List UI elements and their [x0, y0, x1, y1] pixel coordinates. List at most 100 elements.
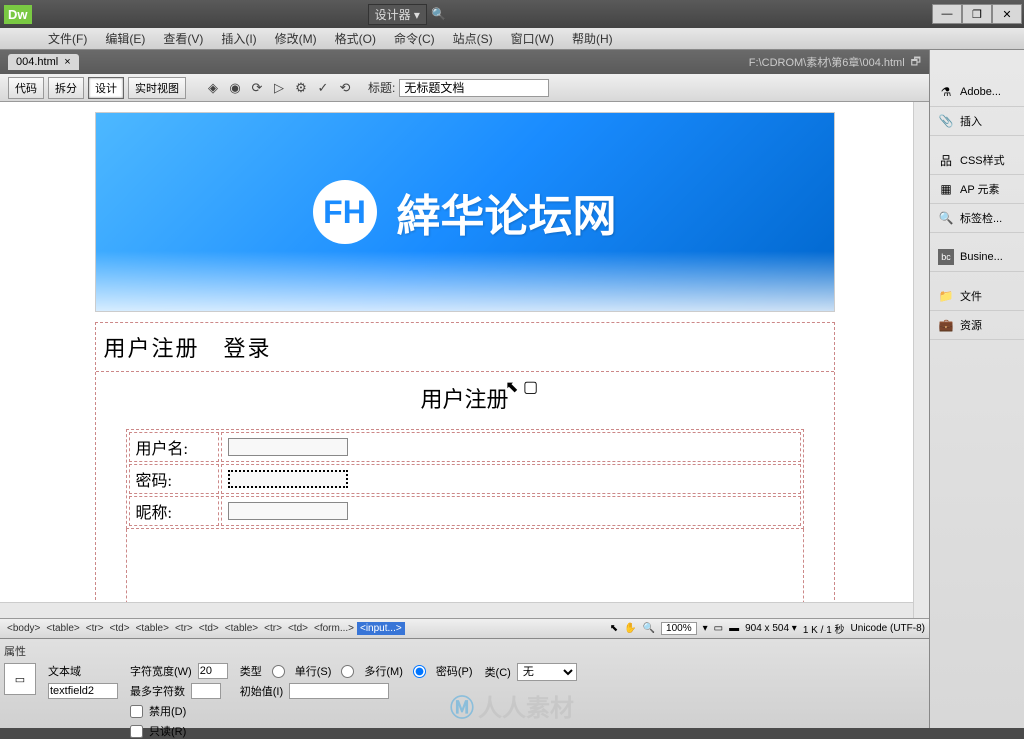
tag-table[interactable]: <table>	[43, 622, 82, 635]
tag-td-2[interactable]: <td>	[196, 622, 222, 635]
menu-window[interactable]: 窗口(W)	[503, 28, 562, 49]
tag-tr-3[interactable]: <tr>	[261, 622, 285, 635]
menu-format[interactable]: 格式(O)	[327, 28, 384, 49]
business-icon: bc	[938, 249, 954, 265]
live-view-button[interactable]: 实时视图	[128, 77, 186, 99]
username-input[interactable]	[228, 438, 348, 456]
css-icon: 品	[938, 152, 954, 168]
title-bar: Dw 设计器 ▾ 🔍 — ❐ ✕	[0, 0, 1024, 28]
assets-icon: 💼	[938, 317, 954, 333]
tag-tr-2[interactable]: <tr>	[172, 622, 196, 635]
tab-close-icon[interactable]: ×	[64, 56, 70, 68]
tag-table-3[interactable]: <table>	[222, 622, 261, 635]
menu-insert[interactable]: 插入(I)	[213, 28, 264, 49]
max-chars-input[interactable]	[191, 683, 221, 699]
disabled-checkbox[interactable]	[130, 705, 143, 718]
nickname-input[interactable]	[228, 502, 348, 520]
side-panels: ⚗Adobe... 📎插入 品CSS样式 ▦AP 元素 🔍标签检... bcBu…	[929, 50, 1024, 728]
table-row: 用户名:	[129, 432, 801, 462]
minimize-button[interactable]: —	[932, 4, 962, 24]
designer-dropdown[interactable]: 设计器 ▾	[368, 4, 427, 25]
banner-title: 緈华论坛网	[397, 180, 617, 244]
char-width-label: 字符宽度(W)	[130, 663, 192, 679]
path-icon[interactable]: 🗗	[911, 53, 921, 72]
tag-body[interactable]: <body>	[4, 622, 43, 635]
zoom-level[interactable]: 100%	[661, 622, 697, 635]
toolbar-icon-5[interactable]: ⚙	[292, 79, 310, 97]
horizontal-scrollbar[interactable]	[0, 602, 913, 618]
radio-password[interactable]	[413, 665, 426, 678]
password-input[interactable]	[228, 470, 348, 488]
panel-insert[interactable]: 📎插入	[930, 107, 1024, 136]
code-view-button[interactable]: 代码	[8, 77, 44, 99]
panel-css[interactable]: 品CSS样式	[930, 146, 1024, 175]
panel-adobe[interactable]: ⚗Adobe...	[930, 78, 1024, 107]
panel-assets[interactable]: 💼资源	[930, 311, 1024, 340]
tag-form[interactable]: <form...>	[311, 622, 357, 635]
form-heading: 用户注册 ⬉ ▢	[126, 382, 804, 414]
panel-business[interactable]: bcBusine...	[930, 243, 1024, 272]
hand-tool-icon[interactable]: ✋	[624, 623, 636, 634]
menu-edit[interactable]: 编辑(E)	[97, 28, 153, 49]
readonly-label: 只读(R)	[149, 723, 186, 739]
panel-ap[interactable]: ▦AP 元素	[930, 175, 1024, 204]
table-row: 密码:	[129, 464, 801, 494]
dimensions: 904 x 504 ▾	[745, 623, 797, 634]
tag-tr[interactable]: <tr>	[83, 622, 107, 635]
document-toolbar: 代码 拆分 设计 实时视图 ◈ ◉ ⟳ ▷ ⚙ ✓ ⟲ 标题:	[0, 74, 929, 102]
files-icon: 📁	[938, 288, 954, 304]
panel-tag[interactable]: 🔍标签检...	[930, 204, 1024, 233]
init-value-input[interactable]	[289, 683, 389, 699]
screen-icon[interactable]: ▭	[714, 623, 723, 634]
screen-icon-2[interactable]: ▬	[729, 623, 739, 634]
tag-td-3[interactable]: <td>	[285, 622, 311, 635]
document-path: F:\CDROM\素材\第6章\004.html 🗗	[749, 53, 921, 72]
design-view-button[interactable]: 设计	[88, 77, 124, 99]
class-select[interactable]: 无	[517, 663, 577, 681]
tab-label: 004.html	[16, 56, 58, 68]
toolbar-icon-6[interactable]: ✓	[314, 79, 332, 97]
tag-td[interactable]: <td>	[107, 622, 133, 635]
menu-help[interactable]: 帮助(H)	[564, 28, 621, 49]
menu-site[interactable]: 站点(S)	[445, 28, 501, 49]
cursor-icon: ⬉ ▢	[505, 377, 538, 397]
toolbar-icon-3[interactable]: ⟳	[248, 79, 266, 97]
panel-files[interactable]: 📁文件	[930, 282, 1024, 311]
toolbar-icon-7[interactable]: ⟲	[336, 79, 354, 97]
menu-file[interactable]: 文件(F)	[40, 28, 95, 49]
max-chars-label: 最多字符数	[130, 683, 185, 699]
zoom-tool-icon[interactable]: 🔍	[643, 623, 655, 634]
readonly-checkbox[interactable]	[130, 725, 143, 738]
nickname-label: 昵称:	[129, 496, 219, 526]
toolbar-icon-2[interactable]: ◉	[226, 79, 244, 97]
disabled-label: 禁用(D)	[149, 703, 186, 719]
split-view-button[interactable]: 拆分	[48, 77, 84, 99]
tag-table-2[interactable]: <table>	[133, 622, 172, 635]
radio-single-label: 单行(S)	[295, 663, 332, 679]
banner-logo: FH	[313, 180, 377, 244]
table-row: 昵称:	[129, 496, 801, 526]
toolbar-icon-1[interactable]: ◈	[204, 79, 222, 97]
close-button[interactable]: ✕	[992, 4, 1022, 24]
menu-command[interactable]: 命令(C)	[386, 28, 443, 49]
title-input[interactable]	[399, 79, 549, 97]
radio-single[interactable]	[272, 665, 285, 678]
document-tab[interactable]: 004.html ×	[8, 54, 79, 70]
document-tab-bar: 004.html × F:\CDROM\素材\第6章\004.html 🗗	[0, 50, 929, 74]
menu-modify[interactable]: 修改(M)	[267, 28, 325, 49]
char-width-input[interactable]	[198, 663, 228, 679]
design-canvas[interactable]: FH 緈华论坛网 用户注册 登录 用户注册 ⬉ ▢ 用户名:	[0, 102, 929, 618]
vertical-scrollbar[interactable]	[913, 102, 929, 618]
class-label: 类(C)	[485, 664, 511, 680]
restore-button[interactable]: ❐	[962, 4, 992, 24]
menu-view[interactable]: 查看(V)	[155, 28, 211, 49]
tag-input[interactable]: <input...>	[357, 622, 405, 635]
type-row-label: 类型	[240, 663, 262, 679]
radio-multi[interactable]	[341, 665, 354, 678]
toolbar-icon-4[interactable]: ▷	[270, 79, 288, 97]
field-name-input[interactable]	[48, 683, 118, 699]
radio-password-label: 密码(P)	[436, 663, 473, 679]
pointer-tool-icon[interactable]: ⬉	[610, 623, 618, 634]
search-icon[interactable]: 🔍	[431, 7, 446, 21]
init-value-label: 初始值(I)	[240, 683, 283, 699]
